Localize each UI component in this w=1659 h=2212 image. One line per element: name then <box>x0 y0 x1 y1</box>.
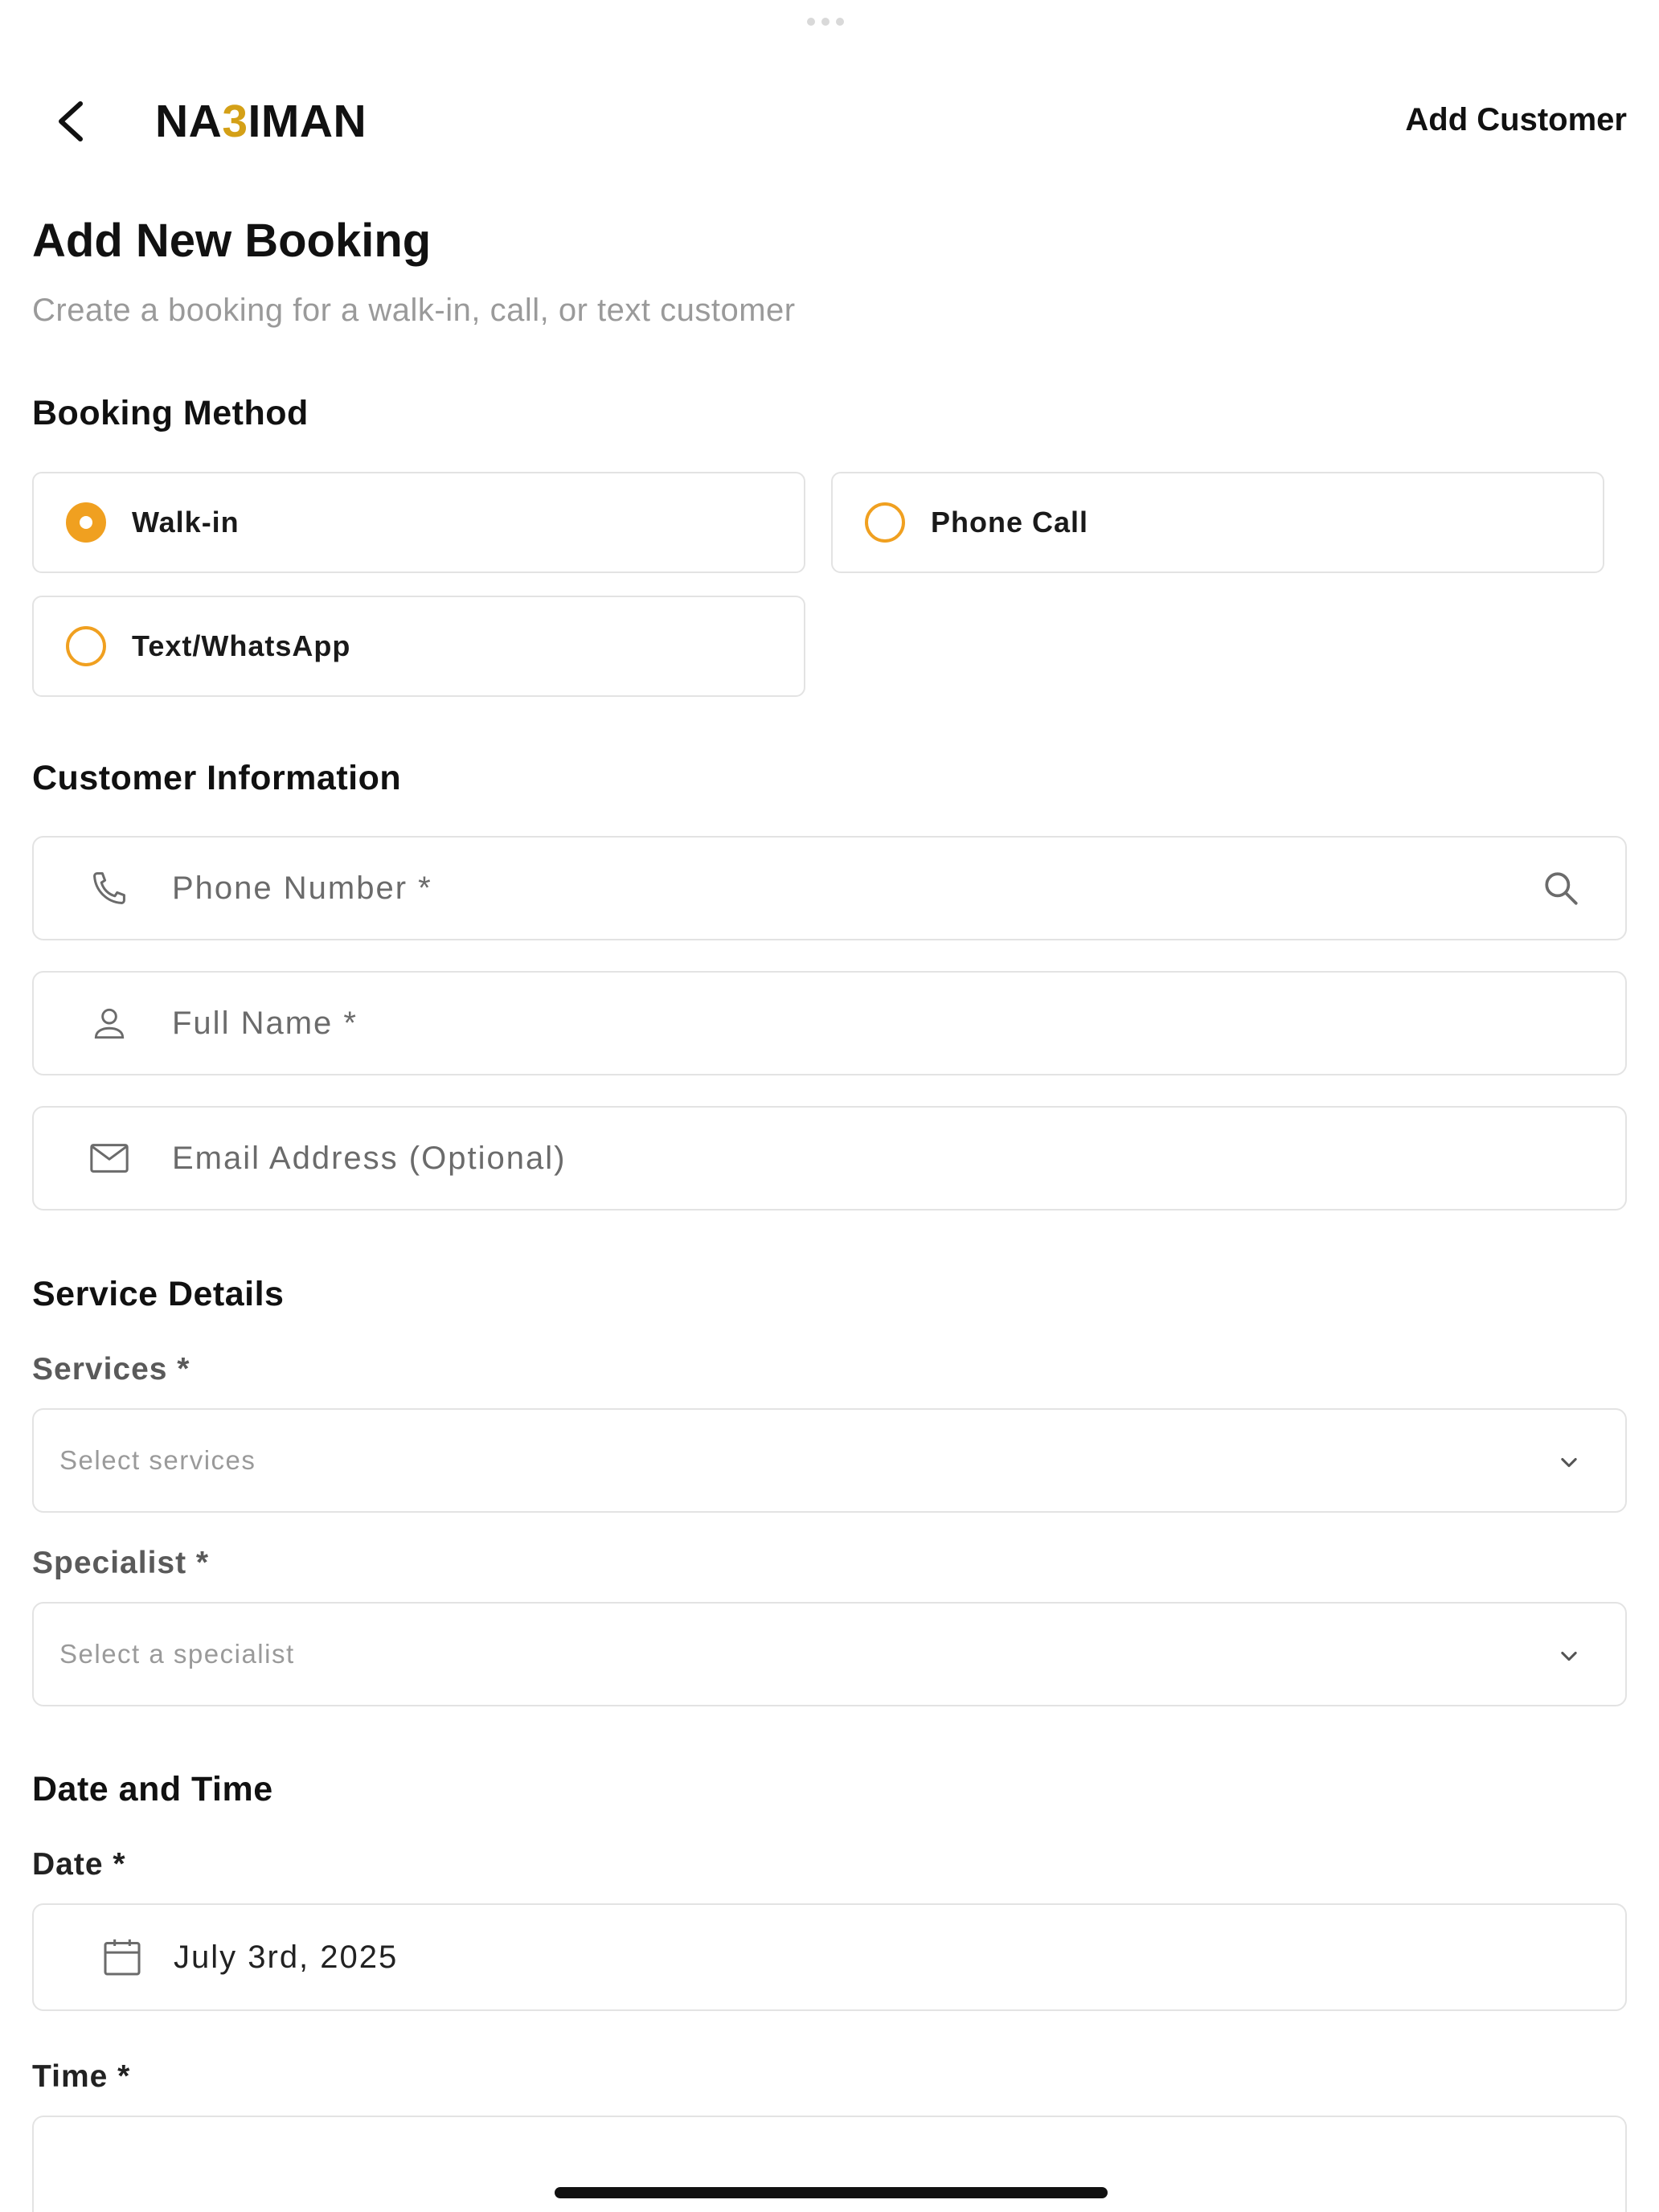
date-value: July 3rd, 2025 <box>174 1939 399 1975</box>
services-placeholder: Select services <box>59 1445 256 1475</box>
booking-method-walk-in[interactable]: Walk-in <box>32 472 805 573</box>
specialist-placeholder: Select a specialist <box>59 1639 295 1669</box>
services-select[interactable]: Select services <box>32 1408 1627 1513</box>
radio-unselected-icon <box>66 626 106 666</box>
email-placeholder: Email Address (Optional) <box>172 1140 567 1176</box>
booking-method-text-whatsapp[interactable]: Text/WhatsApp <box>32 596 805 697</box>
specialist-select[interactable]: Select a specialist <box>32 1602 1627 1706</box>
full-name-field[interactable]: Full Name * <box>32 971 1627 1075</box>
back-button[interactable] <box>48 95 93 148</box>
specialist-label: Specialist * <box>32 1546 210 1580</box>
app-logo: NA3IMAN <box>155 96 367 147</box>
customer-information-title: Customer Information <box>32 759 402 797</box>
add-booking-screen: NA3IMAN Add Customer Add New Booking Cre… <box>0 0 1659 2212</box>
booking-method-phone-call[interactable]: Phone Call <box>831 472 1604 573</box>
services-label: Services * <box>32 1352 190 1387</box>
chevron-down-icon <box>1553 1446 1585 1478</box>
radio-selected-icon <box>66 502 106 543</box>
chevron-down-icon <box>1553 1640 1585 1672</box>
service-details-title: Service Details <box>32 1275 285 1313</box>
mail-icon <box>85 1134 133 1182</box>
user-icon <box>85 999 133 1047</box>
search-icon[interactable] <box>1537 864 1585 912</box>
radio-label: Phone Call <box>931 506 1089 539</box>
radio-label: Text/WhatsApp <box>132 629 351 662</box>
add-customer-button[interactable]: Add Customer <box>1405 100 1627 140</box>
radio-unselected-icon <box>865 502 905 543</box>
page-subtitle: Create a booking for a walk-in, call, or… <box>32 293 796 328</box>
phone-icon <box>85 864 133 912</box>
date-picker-field[interactable]: July 3rd, 2025 <box>32 1903 1627 2011</box>
time-label: Time * <box>32 2059 131 2094</box>
phone-number-field[interactable]: Phone Number * <box>32 836 1627 940</box>
phone-number-placeholder: Phone Number * <box>172 870 432 906</box>
email-field[interactable]: Email Address (Optional) <box>32 1106 1627 1210</box>
multitasking-handle[interactable] <box>807 18 844 26</box>
radio-label: Walk-in <box>132 506 240 539</box>
home-indicator[interactable] <box>555 2187 1108 2198</box>
date-time-title: Date and Time <box>32 1770 273 1809</box>
date-label: Date * <box>32 1847 126 1882</box>
calendar-icon <box>98 1933 146 1981</box>
full-name-placeholder: Full Name * <box>172 1005 358 1041</box>
chevron-left-icon <box>59 101 83 141</box>
page-title: Add New Booking <box>32 215 432 267</box>
booking-method-title: Booking Method <box>32 394 309 432</box>
